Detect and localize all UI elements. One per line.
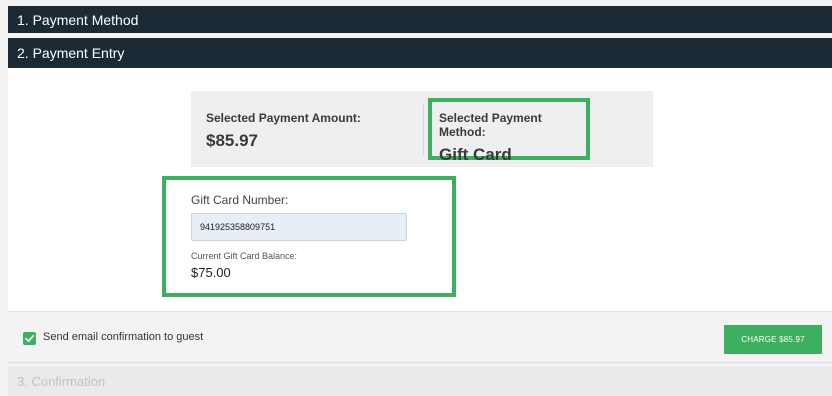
payment-method-value: Gift Card xyxy=(439,145,512,164)
gift-card-number-input[interactable] xyxy=(191,213,407,241)
email-confirmation-label[interactable]: Send email confirmation to guest xyxy=(43,331,203,343)
payment-summary: Selected Payment Amount: $85.97 Selected… xyxy=(191,91,653,167)
payment-amount-summary: Selected Payment Amount: $85.97 xyxy=(206,111,361,151)
checkmark-icon xyxy=(25,335,35,343)
payment-amount-label: Selected Payment Amount: xyxy=(206,111,361,125)
section-confirmation-header[interactable]: 3. Confirmation xyxy=(8,366,832,396)
gift-card-form: Gift Card Number: Current Gift Card Bala… xyxy=(162,176,456,297)
gift-card-balance-label: Current Gift Card Balance: xyxy=(191,251,298,261)
section-payment-method-header[interactable]: 1. Payment Method xyxy=(8,6,832,33)
summary-divider xyxy=(423,105,424,155)
payment-method-summary: Selected Payment Method: Gift Card xyxy=(428,98,590,164)
payment-method-label: Selected Payment Method: xyxy=(439,111,542,139)
checkout-page: 1. Payment Method 2. Payment Entry Selec… xyxy=(0,0,832,396)
section-payment-entry-header[interactable]: 2. Payment Entry xyxy=(8,38,832,68)
gift-card-balance-value: $75.00 xyxy=(191,265,231,280)
section-payment-method-title: 1. Payment Method xyxy=(17,11,139,28)
section-confirmation-title: 3. Confirmation xyxy=(17,373,106,389)
section-payment-entry-title: 2. Payment Entry xyxy=(17,45,125,61)
email-confirmation-checkbox[interactable] xyxy=(23,332,36,345)
payment-footer: Send email confirmation to guest CHARGE … xyxy=(8,311,832,363)
payment-entry-panel: Selected Payment Amount: $85.97 Selected… xyxy=(8,68,832,311)
payment-amount-value: $85.97 xyxy=(206,131,258,150)
gift-card-number-label: Gift Card Number: xyxy=(191,193,289,207)
charge-button[interactable]: CHARGE $85.97 xyxy=(724,325,822,354)
